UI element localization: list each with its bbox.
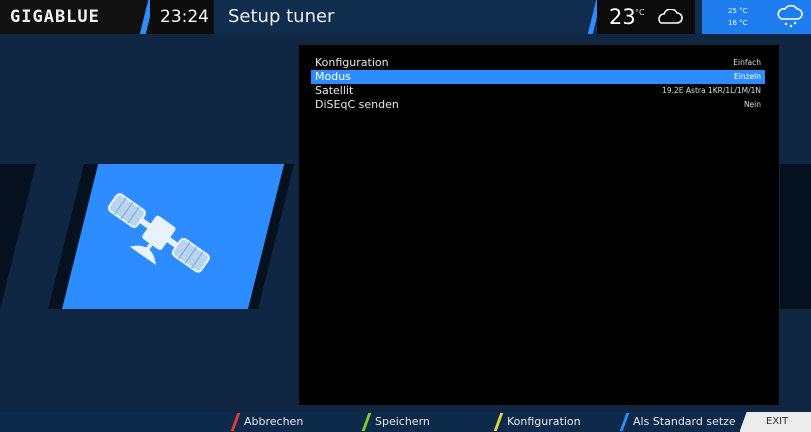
forecast-low: 16 °C bbox=[728, 19, 748, 27]
footer-bar: Abbrechen Speichern Konfiguration Als St… bbox=[0, 412, 811, 432]
current-temperature: 23 bbox=[609, 5, 636, 29]
setting-value: Einfach bbox=[733, 58, 761, 67]
save-label: Speichern bbox=[375, 415, 430, 428]
setting-label: Konfiguration bbox=[315, 56, 389, 69]
logo-area: GIGABLUE bbox=[0, 0, 150, 34]
setting-row-konfiguration[interactable]: Konfiguration Einfach bbox=[311, 56, 765, 70]
setup-tuner-screen: GIGABLUE 23:24 Setup tuner 23 °C 25 °C 1… bbox=[0, 0, 811, 432]
green-key-marker bbox=[361, 413, 372, 431]
setting-row-diseqc-senden[interactable]: DiSEqC senden Nein bbox=[311, 98, 765, 112]
rain-cloud-icon bbox=[777, 5, 803, 28]
settings-list: Konfiguration Einfach Modus Einzeln Sate… bbox=[298, 44, 780, 406]
exit-button[interactable]: EXIT bbox=[740, 412, 811, 432]
setting-label: DiSEqC senden bbox=[315, 98, 399, 111]
setting-value: Einzeln bbox=[734, 72, 761, 81]
setting-value: Nein bbox=[743, 100, 761, 109]
blue-key-marker bbox=[619, 413, 630, 431]
exit-label: EXIT bbox=[766, 416, 789, 427]
current-weather: 23 °C bbox=[597, 0, 695, 34]
setting-label: Modus bbox=[315, 70, 351, 83]
set-default-label: Als Standard setzen bbox=[633, 415, 743, 428]
yellow-key-marker bbox=[493, 413, 504, 431]
weather-forecast: 25 °C 16 °C bbox=[702, 0, 811, 34]
setting-row-modus[interactable]: Modus Einzeln bbox=[311, 70, 765, 84]
red-key-marker bbox=[230, 413, 241, 431]
brand-logo: GIGABLUE bbox=[10, 7, 100, 27]
forecast-high: 25 °C bbox=[728, 7, 748, 15]
clock: 23:24 bbox=[160, 7, 209, 27]
configuration-label: Konfiguration bbox=[507, 415, 581, 428]
setting-row-satellit[interactable]: Satellit 19.2E Astra 1KR/1L/1M/1N bbox=[311, 84, 765, 98]
temperature-unit: °C bbox=[635, 8, 645, 17]
setting-label: Satellit bbox=[315, 84, 354, 97]
setting-value: 19.2E Astra 1KR/1L/1M/1N bbox=[662, 86, 761, 95]
satellite-icon bbox=[107, 193, 210, 273]
page-title: Setup tuner bbox=[228, 6, 335, 27]
header-bar: GIGABLUE 23:24 Setup tuner 23 °C 25 °C 1… bbox=[0, 0, 811, 34]
clock-area: 23:24 bbox=[150, 0, 214, 34]
cancel-label: Abbrechen bbox=[244, 415, 304, 428]
cloud-icon bbox=[658, 9, 683, 24]
